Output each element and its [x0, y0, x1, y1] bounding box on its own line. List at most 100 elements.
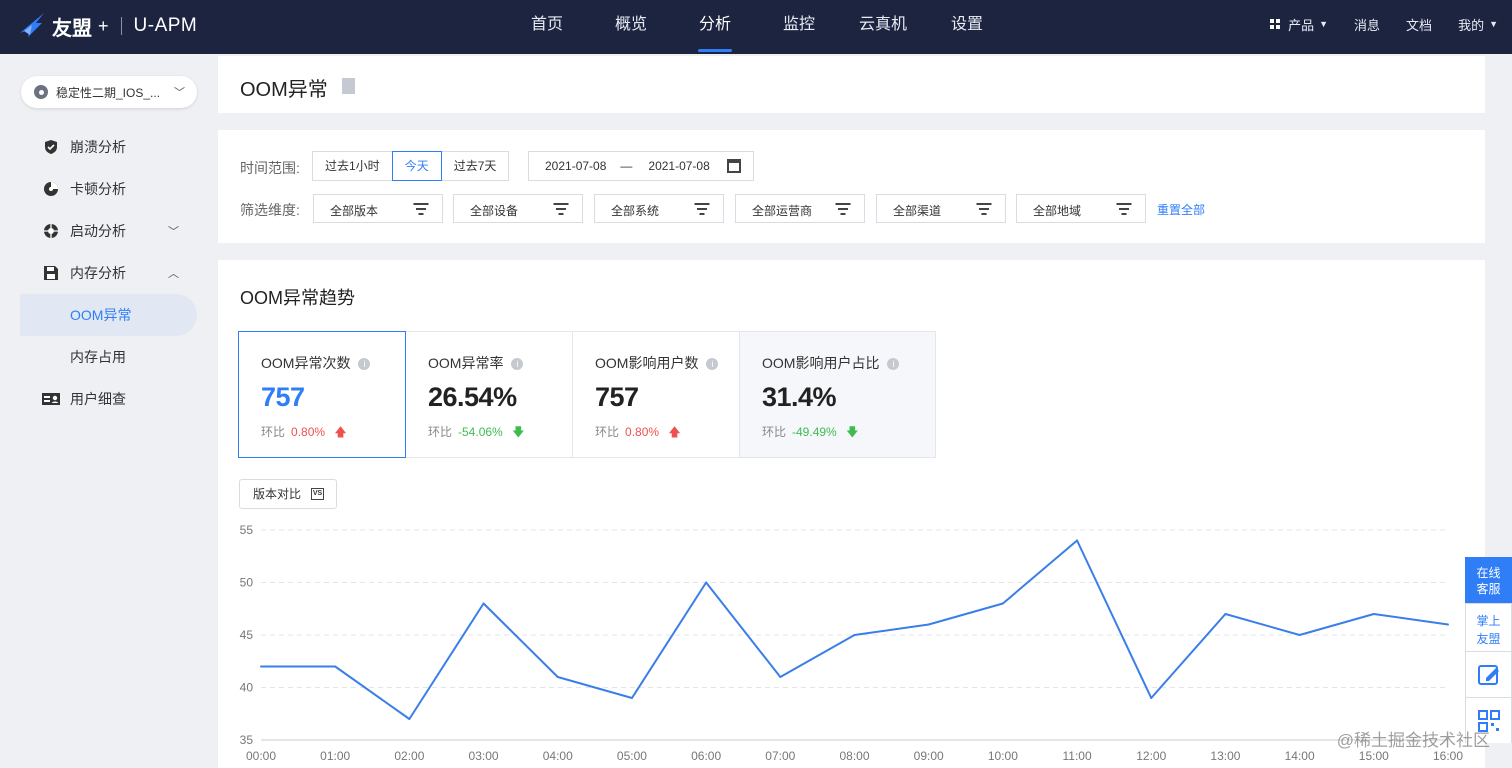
y-tick-label: 35: [240, 733, 254, 747]
filter-system-label: 全部系统: [611, 204, 660, 218]
filter-device[interactable]: 全部设备: [453, 194, 583, 223]
data-point: [630, 697, 633, 699]
data-point: [408, 718, 411, 720]
mobile-umeng-button[interactable]: 掌上 友盟: [1465, 603, 1512, 651]
app-selector[interactable]: 稳定性二期_IOS_... ﹀: [21, 76, 197, 108]
data-point: [1298, 634, 1301, 636]
x-tick-label: 14:00: [1285, 749, 1315, 763]
pie-icon: [42, 180, 60, 198]
x-tick-label: 12:00: [1136, 749, 1166, 763]
arrow-down-icon: 🡇: [512, 425, 525, 439]
filter-icon: [835, 203, 850, 215]
mobile-umeng-line1: 掌上: [1476, 614, 1501, 628]
info-icon[interactable]: i: [887, 358, 900, 370]
products-label: 产品: [1288, 17, 1315, 33]
sidebar-item-lag[interactable]: 卡顿分析: [20, 168, 197, 210]
grid-icon: [1270, 19, 1281, 29]
filter-region-label: 全部地域: [1033, 204, 1082, 218]
umeng-bird-icon: [20, 13, 44, 37]
time-option-last-hour[interactable]: 过去1小时: [312, 151, 393, 181]
x-tick-label: 15:00: [1359, 749, 1389, 763]
sidebar-item-memory-usage[interactable]: 内存占用: [20, 336, 197, 378]
data-point: [1150, 697, 1153, 699]
time-option-today[interactable]: 今天: [391, 151, 442, 181]
nav-home[interactable]: 首页: [505, 0, 589, 54]
x-tick-label: 03:00: [469, 749, 499, 763]
filter-icon: [1116, 203, 1131, 215]
filter-device-label: 全部设备: [470, 204, 519, 218]
nav-monitor[interactable]: 监控: [757, 0, 841, 54]
messages-link[interactable]: 消息: [1354, 15, 1380, 34]
data-point: [853, 634, 856, 636]
time-range-selector: 过去1小时 今天 过去7天: [312, 151, 510, 181]
document-icon[interactable]: [342, 78, 355, 94]
logo-text: 友盟: [52, 17, 92, 40]
data-point: [1076, 539, 1079, 542]
time-option-last-7-days[interactable]: 过去7天: [440, 151, 510, 181]
series-line: [261, 539, 1449, 720]
data-point: [1447, 623, 1449, 626]
data-point: [1224, 613, 1227, 615]
metric-change: -54.06%: [458, 425, 503, 439]
date-separator: —: [620, 159, 633, 173]
nav-analysis[interactable]: 分析: [673, 0, 757, 54]
filter-icon: [553, 203, 568, 215]
vs-icon: VS: [311, 488, 324, 500]
metric-change: 0.80%: [291, 425, 326, 439]
filter-system[interactable]: 全部系统: [594, 194, 724, 223]
umeng-logo[interactable]: 友盟 + U-APM: [18, 8, 197, 44]
info-icon[interactable]: i: [511, 358, 524, 370]
metric-change: -49.49%: [792, 425, 837, 439]
metric-card-affected-users[interactable]: OOM影响用户数 i 757 环比 0.80% 🡅: [572, 331, 740, 458]
app-name: U-APM: [133, 15, 198, 36]
nav-overview[interactable]: 概览: [589, 0, 673, 54]
sidebar-item-launch[interactable]: 启动分析 ﹀: [20, 210, 197, 252]
x-tick-label: 06:00: [691, 749, 721, 763]
sidebar-item-memory[interactable]: 内存分析 ︿: [20, 252, 197, 294]
online-support-button[interactable]: 在线 客服: [1465, 557, 1512, 603]
chevron-down-icon: ﹀: [174, 87, 185, 99]
metric-card-oom-rate[interactable]: OOM异常率 i 26.54% 环比 -54.06% 🡇: [405, 331, 573, 458]
x-tick-label: 00:00: [246, 749, 276, 763]
metric-title: OOM影响用户占比: [762, 355, 880, 371]
filter-region[interactable]: 全部地域: [1016, 194, 1146, 223]
page-title: OOM异常: [240, 79, 328, 101]
sidebar-item-crash[interactable]: 崩溃分析: [20, 126, 197, 168]
filter-carrier[interactable]: 全部运营商: [735, 194, 865, 223]
data-point: [1001, 602, 1004, 605]
arrow-up-icon: 🡅: [668, 425, 681, 439]
caret-down-icon: ▼: [1319, 19, 1329, 29]
metric-card-oom-count[interactable]: OOM异常次数 i 757 环比 0.80% 🡅: [238, 331, 406, 458]
online-support-line1: 在线: [1476, 566, 1501, 580]
x-tick-label: 13:00: [1210, 749, 1240, 763]
sidebar-item-label: 用户细查: [70, 391, 126, 407]
filter-channel[interactable]: 全部渠道: [876, 194, 1006, 223]
filter-version[interactable]: 全部版本: [313, 194, 443, 223]
date-range-picker[interactable]: 2021-07-08 — 2021-07-08: [528, 151, 754, 181]
products-menu[interactable]: 产品 ▼: [1270, 15, 1328, 34]
mine-menu[interactable]: 我的 ▼: [1458, 15, 1498, 34]
reset-all-link[interactable]: 重置全部: [1157, 201, 1205, 218]
dimension-label: 筛选维度:: [240, 202, 300, 218]
sidebar-item-oom[interactable]: OOM异常: [20, 294, 197, 336]
chevron-down-icon: ﹀: [168, 226, 179, 238]
app-selector-label: 稳定性二期_IOS_...: [56, 85, 161, 100]
sidebar: 稳定性二期_IOS_... ﹀ 崩溃分析 卡顿分析 启动分析 ﹀ 内存分析 ︿ …: [0, 54, 206, 768]
nav-settings[interactable]: 设置: [925, 0, 1009, 54]
metric-title: OOM异常率: [428, 355, 504, 371]
x-tick-label: 02:00: [394, 749, 424, 763]
info-icon[interactable]: i: [706, 358, 719, 370]
data-point: [482, 602, 485, 605]
metric-card-affected-user-ratio[interactable]: OOM影响用户占比 i 31.4% 环比 -49.49% 🡇: [739, 331, 936, 458]
feedback-button[interactable]: [1465, 651, 1512, 697]
ratio-label: 环比: [595, 425, 620, 439]
version-compare-button[interactable]: 版本对比 VS: [239, 479, 337, 509]
metric-value: 757: [595, 382, 639, 412]
docs-link[interactable]: 文档: [1406, 15, 1432, 34]
sidebar-item-user-detail[interactable]: 用户细查: [20, 378, 197, 420]
mobile-umeng-line2: 友盟: [1476, 632, 1501, 646]
caret-down-icon: ▼: [1489, 19, 1498, 29]
info-icon[interactable]: i: [358, 358, 371, 370]
nav-cloud-device[interactable]: 云真机: [841, 0, 925, 54]
oom-trend-chart: 35 40 45 50 55 00:00 01:00 02:00 03:00 04:00 05:00…: [240, 523, 1463, 763]
